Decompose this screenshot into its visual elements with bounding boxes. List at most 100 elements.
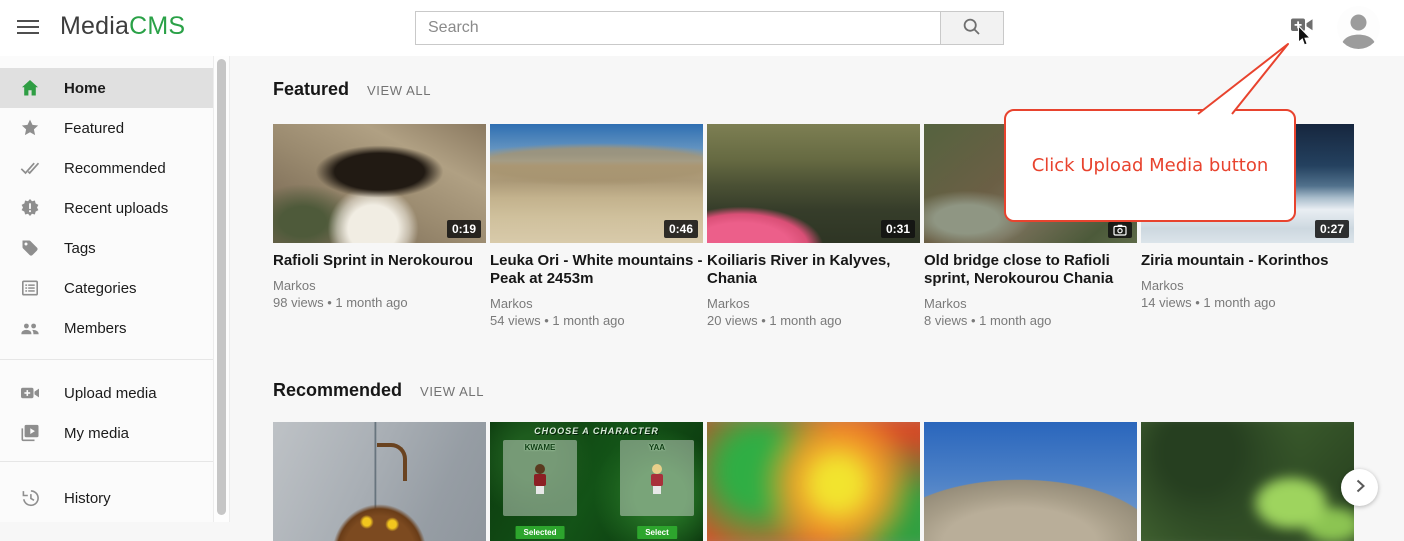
star-icon [20,118,40,138]
sidebar-item-label: Categories [64,280,137,297]
character-select-button: Select [637,526,677,539]
video-thumbnail[interactable] [1141,422,1354,541]
video-title[interactable]: Old bridge close to Rafioli sprint, Nero… [924,252,1137,288]
video-card[interactable] [924,422,1137,541]
sidebar-item-label: Home [64,80,106,97]
sidebar-item-label: Upload media [64,385,157,402]
video-title[interactable]: Koiliaris River in Kalyves, Chania [707,252,920,288]
upload-media-icon[interactable] [1289,16,1315,36]
members-icon [20,318,40,338]
video-author[interactable]: Markos [273,277,486,294]
video-meta: 54 views • 1 month ago [490,312,703,330]
video-thumbnail[interactable]: 0:31 [707,124,920,243]
sidebar-item-label: Featured [64,120,124,137]
sidebar-item-featured[interactable]: Featured [0,108,213,148]
video-meta: 98 views • 1 month ago [273,294,486,312]
character-sprite [650,464,664,494]
video-thumbnail[interactable]: 0:19 [273,124,486,243]
top-bar: MediaCMS [0,0,1404,56]
history-icon [20,488,40,508]
character-panel-right: YAA Select [620,440,694,516]
sidebar-item-recent-uploads[interactable]: Recent uploads [0,188,213,228]
search-button[interactable] [940,11,1004,45]
search-bar [415,11,1004,45]
video-author[interactable]: Markos [490,295,703,312]
recommended-section-header: Recommended VIEW ALL [273,380,484,401]
logo-text-accent: CMS [129,12,185,40]
video-author[interactable]: Markos [924,295,1137,312]
pumpkin-stem-shape [377,443,407,481]
video-card[interactable]: 0:46 Leuka Ori - White mountains - Peak … [490,124,703,330]
sidebar-item-tags[interactable]: Tags [0,228,213,268]
recommended-view-all-link[interactable]: VIEW ALL [420,384,484,399]
user-avatar[interactable] [1337,6,1380,49]
video-title[interactable]: Rafioli Sprint in Nerokourou [273,252,486,270]
tooltip-callout: Click Upload Media button [1004,109,1296,222]
duration-badge: 0:46 [664,220,698,238]
categories-icon [20,278,40,298]
tooltip-text: Click Upload Media button [1032,155,1269,176]
sidebar-item-label: Recommended [64,160,166,177]
sidebar-divider [0,359,213,360]
duration-badge: 0:19 [447,220,481,238]
video-thumbnail[interactable]: 0:46 [490,124,703,243]
new-releases-icon [20,198,40,218]
video-thumbnail[interactable] [924,422,1137,541]
sidebar-item-categories[interactable]: Categories [0,268,213,308]
chevron-right-icon [1350,476,1370,499]
character-name: YAA [620,443,694,452]
character-sprite [533,464,547,494]
sidebar-item-recommended[interactable]: Recommended [0,148,213,188]
character-panel-left: KWAME Selected [503,440,577,516]
section-title: Recommended [273,380,402,401]
sidebar-item-label: History [64,490,111,507]
sidebar-item-label: Members [64,320,127,337]
sidebar-item-my-media[interactable]: My media [0,413,213,453]
sidebar-item-members[interactable]: Members [0,308,213,348]
featured-section-header: Featured VIEW ALL [273,79,431,100]
video-card[interactable]: CHOOSE A CHARACTER KWAME Selected YAA Se… [490,422,703,541]
sidebar-item-home[interactable]: Home [0,68,213,108]
game-heading-text: CHOOSE A CHARACTER [490,426,703,436]
tag-icon [20,238,40,258]
sidebar-item-label: Tags [64,240,96,257]
photo-badge-icon [1108,222,1132,238]
video-card[interactable] [1141,422,1354,541]
done-all-icon [20,158,40,178]
video-thumbnail[interactable]: CHOOSE A CHARACTER KWAME Selected YAA Se… [490,422,703,541]
video-thumbnail[interactable] [707,422,920,541]
video-meta: 14 views • 1 month ago [1141,294,1354,312]
video-card[interactable]: 0:31 Koiliaris River in Kalyves, Chania … [707,124,920,330]
duration-badge: 0:27 [1315,220,1349,238]
video-title[interactable]: Leuka Ori - White mountains - Peak at 24… [490,252,703,288]
video-author[interactable]: Markos [1141,277,1354,294]
video-card[interactable] [273,422,486,541]
featured-view-all-link[interactable]: VIEW ALL [367,83,431,98]
sidebar-scrollbar-thumb[interactable] [217,59,226,515]
sidebar-item-label: Recent uploads [64,200,168,217]
search-icon [962,17,982,40]
recommended-cards-row: CHOOSE A CHARACTER KWAME Selected YAA Se… [273,422,1354,541]
character-name: KWAME [503,443,577,452]
my-media-icon [20,423,40,443]
video-author[interactable]: Markos [707,295,920,312]
carousel-next-button[interactable] [1341,469,1378,506]
video-thumbnail[interactable] [273,422,486,541]
video-card[interactable]: 0:19 Rafioli Sprint in Nerokourou Markos… [273,124,486,330]
sidebar-item-upload-media[interactable]: Upload media [0,373,213,413]
video-card[interactable] [707,422,920,541]
video-meta: 20 views • 1 month ago [707,312,920,330]
app-logo[interactable]: MediaCMS [60,12,185,41]
home-icon [20,78,40,98]
hamburger-menu-icon[interactable] [15,17,41,39]
sidebar-scrollbar-track [213,56,230,522]
section-title: Featured [273,79,349,100]
sidebar-item-history[interactable]: History [0,478,213,518]
duration-badge: 0:31 [881,220,915,238]
video-meta: 8 views • 1 month ago [924,312,1137,330]
logo-text-primary: Media [60,12,129,40]
upload-media-icon [20,383,40,403]
video-title[interactable]: Ziria mountain - Korinthos [1141,252,1354,270]
sidebar: Home Featured Recommended Recent uploads… [0,56,213,522]
search-input[interactable] [415,11,940,45]
